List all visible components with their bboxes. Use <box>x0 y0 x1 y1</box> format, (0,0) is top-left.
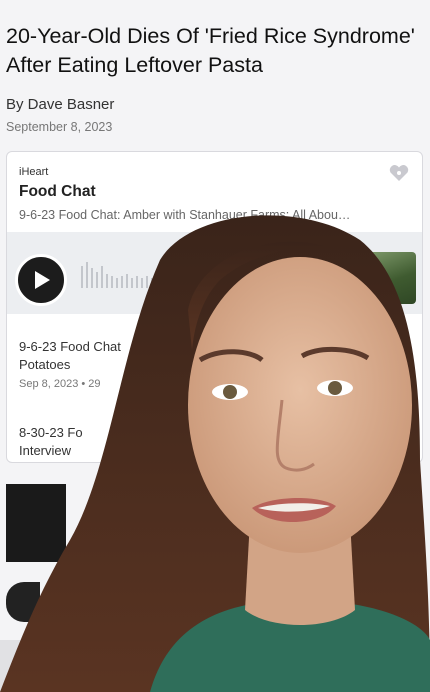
article-headline: 20-Year-Old Dies Of 'Fried Rice Syndrome… <box>6 24 415 77</box>
presenter-overlay <box>0 215 430 692</box>
show-title[interactable]: Food Chat <box>19 183 96 201</box>
player-brand: iHeart <box>19 166 49 178</box>
article-byline[interactable]: By Dave Basner <box>6 96 114 113</box>
article-date: September 8, 2023 <box>6 120 113 134</box>
iheart-logo-icon <box>389 165 409 181</box>
